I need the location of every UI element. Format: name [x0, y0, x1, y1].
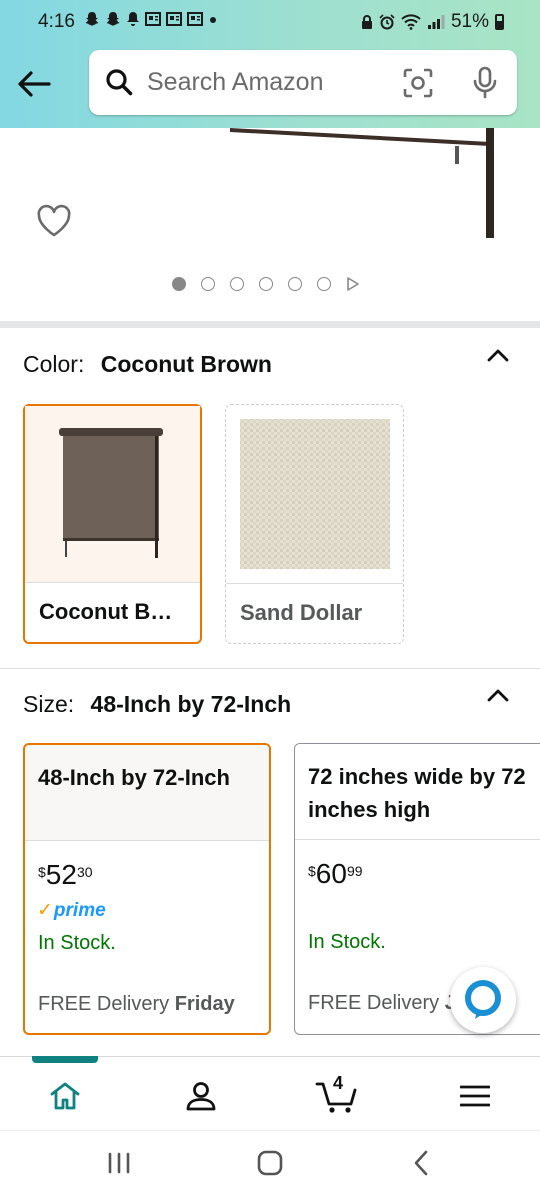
color-option-label: Sand Dollar — [240, 600, 363, 625]
battery-percent: 51% — [450, 11, 489, 32]
news-icon — [187, 12, 203, 26]
price-currency: $ — [308, 863, 316, 879]
chevron-left-icon — [414, 1150, 428, 1176]
section-divider — [0, 321, 540, 328]
size-option-name: 72 inches wide by 72 inches high — [308, 764, 526, 822]
price-currency: $ — [38, 864, 46, 880]
status-time: 4:16 — [38, 11, 75, 32]
news-icon — [166, 12, 182, 26]
price-fraction: 30 — [76, 864, 93, 880]
carousel-dots — [172, 276, 360, 292]
size-selected-value: 48-Inch by 72-Inch — [90, 691, 292, 717]
hamburger-menu-icon — [460, 1085, 490, 1107]
divider — [0, 668, 540, 669]
play-video-icon[interactable] — [346, 276, 360, 292]
news-icon — [145, 12, 161, 26]
carousel-dot[interactable] — [230, 277, 244, 291]
bell-icon — [127, 12, 139, 26]
carousel-dot[interactable] — [259, 277, 273, 291]
color-selector-header[interactable]: Color: Coconut Brown — [23, 351, 272, 378]
search-icon — [106, 69, 133, 96]
signal-icon — [427, 15, 445, 29]
rufus-assistant-button[interactable] — [450, 967, 516, 1033]
more-notifications-dot-icon — [210, 17, 216, 23]
chevron-up-icon[interactable] — [486, 346, 510, 364]
cart-count-badge: 4 — [333, 1073, 344, 1093]
price-fraction: 99 — [346, 863, 363, 879]
wifi-icon — [401, 14, 421, 30]
delivery-info: FREE Delivery Friday — [38, 993, 235, 1015]
size-selector-header[interactable]: Size: 48-Inch by 72-Inch — [23, 691, 291, 718]
chat-bubble-icon — [465, 980, 501, 1019]
color-label: Color: — [23, 351, 85, 377]
prime-badge: ✓prime — [37, 900, 106, 921]
app-header: 4:16 51% Search Amazon — [0, 0, 540, 128]
price: $ 52 30 — [38, 860, 93, 890]
battery-icon — [495, 14, 504, 30]
stock-status: In Stock. — [308, 931, 386, 953]
price-whole: 52 — [45, 859, 77, 890]
arrow-left-icon — [18, 71, 51, 97]
carousel-dot[interactable] — [288, 277, 302, 291]
search-input[interactable]: Search Amazon — [147, 68, 324, 97]
fabric-texture-image — [240, 419, 390, 569]
carousel-dot[interactable] — [172, 277, 186, 291]
size-option-48x72[interactable]: 48-Inch by 72-Inch $ 52 30 ✓prime In Sto… — [23, 743, 271, 1035]
chevron-up-icon[interactable] — [486, 686, 510, 704]
camera-lens-icon[interactable] — [403, 68, 433, 98]
recent-apps-button[interactable] — [101, 1148, 137, 1178]
snapchat-icon — [106, 12, 120, 26]
lock-icon — [361, 15, 372, 29]
alarm-icon — [379, 14, 395, 30]
back-button[interactable] — [14, 64, 54, 104]
nav-home[interactable] — [45, 1076, 85, 1116]
color-option-label: Coconut B… — [39, 599, 173, 624]
price-whole: 60 — [315, 858, 347, 889]
status-right: 51% — [361, 11, 504, 33]
home-system-button[interactable] — [252, 1148, 288, 1178]
color-swatch-image — [226, 405, 403, 583]
size-label: Size: — [23, 691, 75, 717]
color-selected-value: Coconut Brown — [100, 351, 272, 377]
carousel-dot[interactable] — [201, 277, 215, 291]
size-option-name: 48-Inch by 72-Inch — [38, 765, 230, 790]
stock-status: In Stock. — [38, 932, 116, 954]
recent-apps-icon — [108, 1152, 130, 1174]
notification-icons — [84, 11, 218, 27]
product-image — [230, 128, 494, 238]
person-icon — [186, 1082, 216, 1111]
snapchat-icon — [85, 12, 99, 26]
color-option-coconut-brown[interactable]: Coconut B… — [23, 404, 202, 644]
price: $ 60 99 — [308, 859, 363, 889]
product-image-carousel[interactable] — [0, 128, 540, 320]
search-bar[interactable]: Search Amazon — [89, 50, 517, 115]
home-icon — [50, 1082, 80, 1110]
nav-menu[interactable] — [455, 1076, 495, 1116]
home-square-icon — [257, 1150, 283, 1176]
carousel-dot[interactable] — [317, 277, 331, 291]
status-bar: 4:16 51% — [0, 0, 540, 44]
color-swatch-image — [25, 406, 200, 584]
microphone-icon[interactable] — [472, 66, 498, 100]
prime-check-icon: ✓ — [37, 900, 53, 921]
back-system-button[interactable] — [403, 1148, 439, 1178]
heart-icon[interactable] — [36, 204, 72, 238]
nav-cart[interactable]: 4 — [314, 1073, 360, 1116]
roller-shade-image — [59, 428, 163, 558]
active-tab-indicator — [32, 1056, 98, 1063]
nav-account[interactable] — [181, 1076, 221, 1116]
color-option-sand-dollar[interactable]: Sand Dollar — [225, 404, 404, 644]
